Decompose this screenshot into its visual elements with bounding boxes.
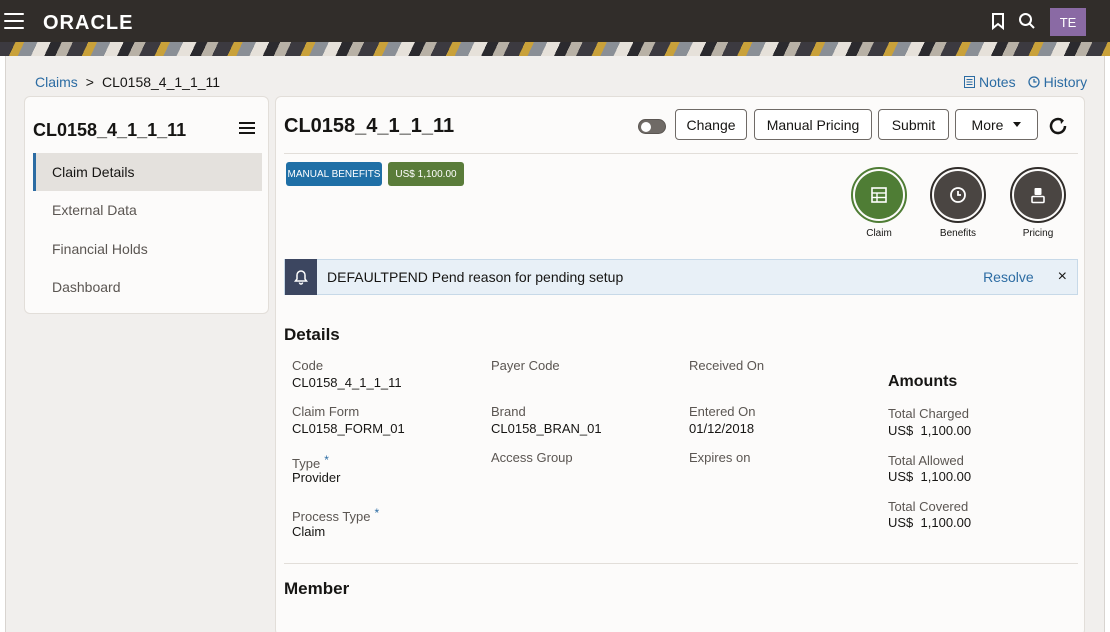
received-on-label: Received On bbox=[689, 358, 765, 373]
total-covered-label: Total Covered bbox=[888, 499, 969, 514]
manual-benefits-badge: MANUAL BENEFITS bbox=[286, 162, 382, 186]
type-label: Type * bbox=[292, 453, 329, 471]
breadcrumb: Claims > CL0158_4_1_1_11 bbox=[35, 74, 220, 90]
change-button[interactable]: Change bbox=[675, 109, 747, 140]
avatar[interactable]: TE bbox=[1050, 8, 1086, 36]
bookmark-icon[interactable] bbox=[988, 11, 1008, 31]
entered-on-value: 01/12/2018 bbox=[689, 421, 755, 436]
claim-form-label: Claim Form bbox=[292, 404, 360, 419]
access-group-label: Access Group bbox=[491, 450, 573, 465]
brand-value: CL0158_BRAN_01 bbox=[491, 421, 602, 436]
table-icon bbox=[871, 187, 887, 203]
brand-label: Brand bbox=[491, 404, 526, 419]
total-allowed-label: Total Allowed bbox=[888, 453, 964, 468]
top-bar: ORACLE TE bbox=[0, 0, 1110, 42]
caret-down-icon bbox=[1013, 122, 1022, 127]
more-label: More bbox=[971, 116, 1004, 133]
total-charged-label: Total Charged bbox=[888, 406, 969, 421]
total-charged-value: US$ 1,100.00 bbox=[888, 423, 972, 438]
notes-icon bbox=[964, 76, 975, 88]
history-label: History bbox=[1043, 74, 1088, 90]
breadcrumb-separator: > bbox=[85, 74, 94, 90]
page-title: CL0158_4_1_1_11 bbox=[284, 115, 455, 137]
pricing-shortcut-label: Pricing bbox=[1022, 228, 1054, 239]
type-label-text: Type bbox=[292, 456, 321, 471]
resolve-link[interactable]: Resolve bbox=[983, 269, 1034, 285]
side-panel-title: CL0158_4_1_1_11 bbox=[33, 120, 187, 140]
details-section-title: Details bbox=[284, 325, 340, 344]
amounts-title: Amounts bbox=[888, 373, 958, 390]
benefits-shortcut-label: Benefits bbox=[939, 228, 977, 239]
amount-badge: US$ 1,100.00 bbox=[388, 162, 464, 186]
pend-alert: DEFAULTPEND Pend reason for pending setu… bbox=[284, 259, 1078, 295]
claim-shortcut-label: Claim bbox=[866, 228, 892, 239]
alert-text: DEFAULTPEND Pend reason for pending setu… bbox=[327, 269, 624, 285]
right-edge-panel bbox=[1104, 56, 1110, 632]
code-value: CL0158_4_1_1_11 bbox=[292, 375, 402, 390]
list-menu-icon[interactable] bbox=[239, 122, 255, 134]
header-divider bbox=[284, 153, 1078, 154]
bell-icon bbox=[285, 259, 317, 295]
sidebar-item-dashboard[interactable]: Dashboard bbox=[33, 268, 262, 306]
required-marker: * bbox=[374, 506, 380, 520]
type-value: Provider bbox=[292, 470, 341, 485]
close-icon[interactable]: × bbox=[1058, 268, 1067, 286]
more-button[interactable]: More bbox=[955, 109, 1038, 140]
total-allowed-value: US$ 1,100.00 bbox=[888, 469, 972, 484]
sidebar-item-financial-holds[interactable]: Financial Holds bbox=[33, 230, 262, 268]
total-covered-value: US$ 1,100.00 bbox=[888, 515, 972, 530]
refresh-icon[interactable] bbox=[1046, 114, 1070, 138]
manual-pricing-button[interactable]: Manual Pricing bbox=[754, 109, 872, 140]
breadcrumb-current: CL0158_4_1_1_11 bbox=[101, 74, 221, 90]
side-panel: CL0158_4_1_1_11 Claim Details External D… bbox=[24, 96, 269, 314]
expires-on-label: Expires on bbox=[689, 450, 751, 465]
sidebar-item-claim-details[interactable]: Claim Details bbox=[33, 153, 262, 191]
process-type-label: Process Type * bbox=[292, 506, 379, 524]
required-marker: * bbox=[324, 453, 329, 467]
payer-code-label: Payer Code bbox=[491, 358, 560, 373]
clock-icon bbox=[1027, 76, 1040, 88]
benefits-shortcut[interactable]: Benefits bbox=[930, 167, 986, 239]
process-type-label-text: Process Type bbox=[292, 509, 371, 524]
section-divider bbox=[284, 563, 1078, 564]
clock-icon bbox=[950, 187, 966, 203]
claim-form-value: CL0158_FORM_01 bbox=[292, 421, 405, 436]
submit-button[interactable]: Submit bbox=[878, 109, 949, 140]
notes-link[interactable]: Notes bbox=[964, 74, 1016, 90]
member-section-title: Member bbox=[284, 579, 350, 598]
person-icon bbox=[1031, 188, 1045, 204]
sidebar-item-external-data[interactable]: External Data bbox=[33, 191, 262, 229]
pricing-shortcut[interactable]: Pricing bbox=[1010, 167, 1066, 239]
left-edge-panel bbox=[0, 56, 6, 632]
search-icon[interactable] bbox=[1017, 11, 1037, 31]
decorative-banner bbox=[0, 42, 1110, 56]
oracle-logo: ORACLE bbox=[43, 12, 134, 34]
breadcrumb-claims-link[interactable]: Claims bbox=[35, 74, 78, 90]
code-label: Code bbox=[292, 358, 324, 373]
hamburger-icon[interactable] bbox=[4, 13, 24, 29]
top-links: Notes History bbox=[964, 74, 1087, 90]
notes-label: Notes bbox=[979, 74, 1016, 90]
main-panel: CL0158_4_1_1_11 Change Manual Pricing Su… bbox=[275, 96, 1085, 632]
history-link[interactable]: History bbox=[1027, 74, 1088, 90]
entered-on-label: Entered On bbox=[689, 404, 756, 419]
claim-shortcut[interactable]: Claim bbox=[851, 167, 907, 239]
process-type-value: Claim bbox=[292, 524, 326, 539]
toggle-switch[interactable] bbox=[638, 119, 666, 134]
